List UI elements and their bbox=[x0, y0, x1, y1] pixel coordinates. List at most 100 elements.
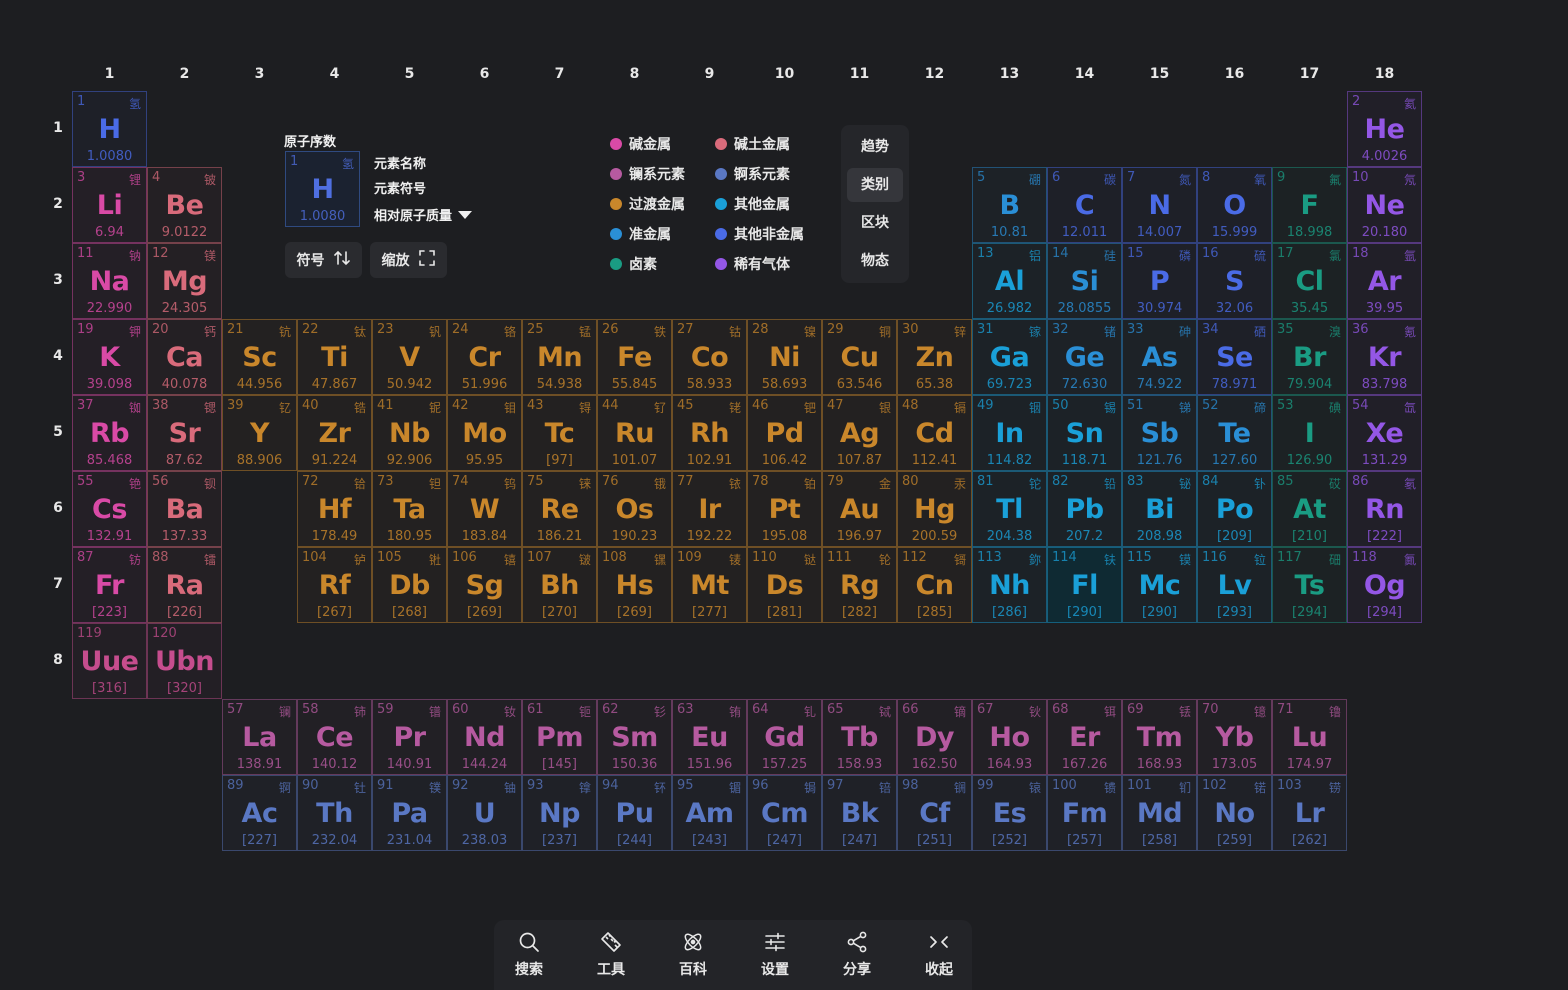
element-cell-be[interactable]: 4 铍 Be 9.0122 bbox=[147, 167, 222, 243]
element-cell-ge[interactable]: 32 锗 Ge 72.630 bbox=[1047, 319, 1122, 395]
mode-tab[interactable]: 物态 bbox=[847, 244, 903, 278]
element-cell-zr[interactable]: 40 锆 Zr 91.224 bbox=[297, 395, 372, 471]
element-cell-i[interactable]: 53 碘 I 126.90 bbox=[1272, 395, 1347, 471]
element-cell-nb[interactable]: 41 铌 Nb 92.906 bbox=[372, 395, 447, 471]
element-cell-xe[interactable]: 54 氙 Xe 131.29 bbox=[1347, 395, 1422, 471]
element-cell-ds[interactable]: 110 𫟼 Ds [281] bbox=[747, 547, 822, 623]
element-cell-au[interactable]: 79 金 Au 196.97 bbox=[822, 471, 897, 547]
element-cell-nd[interactable]: 60 钕 Nd 144.24 bbox=[447, 699, 522, 775]
element-cell-li[interactable]: 3 锂 Li 6.94 bbox=[72, 167, 147, 243]
element-cell-sm[interactable]: 62 钐 Sm 150.36 bbox=[597, 699, 672, 775]
element-cell-kr[interactable]: 36 氪 Kr 83.798 bbox=[1347, 319, 1422, 395]
mode-tab[interactable]: 区块 bbox=[847, 206, 903, 240]
element-cell-w[interactable]: 74 钨 W 183.84 bbox=[447, 471, 522, 547]
element-cell-th[interactable]: 90 钍 Th 232.04 bbox=[297, 775, 372, 851]
element-cell-si[interactable]: 14 硅 Si 28.0855 bbox=[1047, 243, 1122, 319]
element-cell-lr[interactable]: 103 铹 Lr [262] bbox=[1272, 775, 1347, 851]
element-cell-sr[interactable]: 38 锶 Sr 87.62 bbox=[147, 395, 222, 471]
legend-item[interactable]: 碱土金属 bbox=[715, 134, 790, 154]
element-cell-rh[interactable]: 45 铑 Rh 102.91 bbox=[672, 395, 747, 471]
element-cell-zn[interactable]: 30 锌 Zn 65.38 bbox=[897, 319, 972, 395]
element-cell-ag[interactable]: 47 银 Ag 107.87 bbox=[822, 395, 897, 471]
element-cell-s[interactable]: 16 硫 S 32.06 bbox=[1197, 243, 1272, 319]
legend-item[interactable]: 其他金属 bbox=[715, 194, 790, 214]
zoom-button[interactable]: 缩放 bbox=[370, 242, 447, 278]
legend-item[interactable]: 碱金属 bbox=[610, 134, 671, 154]
element-cell-f[interactable]: 9 氟 F 18.998 bbox=[1272, 167, 1347, 243]
element-cell-tb[interactable]: 65 铽 Tb 158.93 bbox=[822, 699, 897, 775]
element-cell-co[interactable]: 27 钴 Co 58.933 bbox=[672, 319, 747, 395]
mode-tab[interactable]: 趋势 bbox=[847, 130, 903, 164]
element-cell-rg[interactable]: 111 𬬭 Rg [282] bbox=[822, 547, 897, 623]
element-cell-tc[interactable]: 43 锝 Tc [97] bbox=[522, 395, 597, 471]
element-cell-eu[interactable]: 63 铕 Eu 151.96 bbox=[672, 699, 747, 775]
element-cell-pb[interactable]: 82 铅 Pb 207.2 bbox=[1047, 471, 1122, 547]
element-cell-u[interactable]: 92 铀 U 238.03 bbox=[447, 775, 522, 851]
element-cell-mc[interactable]: 115 镆 Mc [290] bbox=[1122, 547, 1197, 623]
mode-tab[interactable]: 类别 bbox=[847, 168, 903, 202]
element-cell-cf[interactable]: 98 锎 Cf [251] bbox=[897, 775, 972, 851]
element-cell-sc[interactable]: 21 钪 Sc 44.956 bbox=[222, 319, 297, 395]
element-cell-ac[interactable]: 89 锕 Ac [227] bbox=[222, 775, 297, 851]
element-cell-p[interactable]: 15 磷 P 30.974 bbox=[1122, 243, 1197, 319]
legend-item[interactable]: 其他非金属 bbox=[715, 224, 804, 244]
element-cell-po[interactable]: 84 钋 Po [209] bbox=[1197, 471, 1272, 547]
element-cell-pm[interactable]: 61 钷 Pm [145] bbox=[522, 699, 597, 775]
element-cell-lv[interactable]: 116 𫟷 Lv [293] bbox=[1197, 547, 1272, 623]
element-cell-dy[interactable]: 66 镝 Dy 162.50 bbox=[897, 699, 972, 775]
element-cell-he[interactable]: 2 氦 He 4.0026 bbox=[1347, 91, 1422, 167]
element-cell-nh[interactable]: 113 鉨 Nh [286] bbox=[972, 547, 1047, 623]
element-cell-db[interactable]: 105 𬭊 Db [268] bbox=[372, 547, 447, 623]
element-cell-no[interactable]: 102 锘 No [259] bbox=[1197, 775, 1272, 851]
toolbar-button-collapse[interactable]: 收起 bbox=[898, 920, 980, 990]
element-cell-ta[interactable]: 73 钽 Ta 180.95 bbox=[372, 471, 447, 547]
element-cell-ti[interactable]: 22 钛 Ti 47.867 bbox=[297, 319, 372, 395]
legend-item[interactable]: 准金属 bbox=[610, 224, 671, 244]
element-cell-ir[interactable]: 77 铱 Ir 192.22 bbox=[672, 471, 747, 547]
element-cell-bh[interactable]: 107 𬭛 Bh [270] bbox=[522, 547, 597, 623]
element-cell-yb[interactable]: 70 镱 Yb 173.05 bbox=[1197, 699, 1272, 775]
element-cell-se[interactable]: 34 硒 Se 78.971 bbox=[1197, 319, 1272, 395]
element-cell-sb[interactable]: 51 锑 Sb 121.76 bbox=[1122, 395, 1197, 471]
element-cell-as[interactable]: 33 砷 As 74.922 bbox=[1122, 319, 1197, 395]
element-cell-ne[interactable]: 10 氖 Ne 20.180 bbox=[1347, 167, 1422, 243]
element-cell-bk[interactable]: 97 锫 Bk [247] bbox=[822, 775, 897, 851]
element-cell-br[interactable]: 35 溴 Br 79.904 bbox=[1272, 319, 1347, 395]
legend-item[interactable]: 镧系元素 bbox=[610, 164, 685, 184]
element-cell-sg[interactable]: 106 𬭳 Sg [269] bbox=[447, 547, 522, 623]
element-cell-pu[interactable]: 94 钚 Pu [244] bbox=[597, 775, 672, 851]
element-cell-b[interactable]: 5 硼 B 10.81 bbox=[972, 167, 1047, 243]
element-cell-in[interactable]: 49 铟 In 114.82 bbox=[972, 395, 1047, 471]
element-cell-pa[interactable]: 91 镤 Pa 231.04 bbox=[372, 775, 447, 851]
toolbar-button-share[interactable]: 分享 bbox=[816, 920, 898, 990]
element-cell-og[interactable]: 118 鿫 Og [294] bbox=[1347, 547, 1422, 623]
element-cell-rb[interactable]: 37 铷 Rb 85.468 bbox=[72, 395, 147, 471]
element-cell-fe[interactable]: 26 铁 Fe 55.845 bbox=[597, 319, 672, 395]
element-cell-np[interactable]: 93 镎 Np [237] bbox=[522, 775, 597, 851]
element-cell-v[interactable]: 23 钒 V 50.942 bbox=[372, 319, 447, 395]
element-cell-uue[interactable]: 119 Uue [316] bbox=[72, 623, 147, 699]
element-cell-mt[interactable]: 109 鿏 Mt [277] bbox=[672, 547, 747, 623]
element-cell-ba[interactable]: 56 钡 Ba 137.33 bbox=[147, 471, 222, 547]
element-cell-cl[interactable]: 17 氯 Cl 35.45 bbox=[1272, 243, 1347, 319]
element-cell-pt[interactable]: 78 铂 Pt 195.08 bbox=[747, 471, 822, 547]
element-cell-y[interactable]: 39 钇 Y 88.906 bbox=[222, 395, 297, 471]
legend-item[interactable]: 锕系元素 bbox=[715, 164, 790, 184]
element-cell-ar[interactable]: 18 氩 Ar 39.95 bbox=[1347, 243, 1422, 319]
legend-item[interactable]: 过渡金属 bbox=[610, 194, 685, 214]
element-cell-es[interactable]: 99 锿 Es [252] bbox=[972, 775, 1047, 851]
element-cell-tm[interactable]: 69 铥 Tm 168.93 bbox=[1122, 699, 1197, 775]
toolbar-button-search[interactable]: 搜索 bbox=[488, 920, 570, 990]
element-cell-er[interactable]: 68 铒 Er 167.26 bbox=[1047, 699, 1122, 775]
element-cell-la[interactable]: 57 镧 La 138.91 bbox=[222, 699, 297, 775]
element-cell-ubn[interactable]: 120 Ubn [320] bbox=[147, 623, 222, 699]
element-cell-pd[interactable]: 46 钯 Pd 106.42 bbox=[747, 395, 822, 471]
element-cell-ho[interactable]: 67 钬 Ho 164.93 bbox=[972, 699, 1047, 775]
legend-item[interactable]: 稀有气体 bbox=[715, 254, 790, 274]
element-cell-am[interactable]: 95 镅 Am [243] bbox=[672, 775, 747, 851]
element-cell-fr[interactable]: 87 钫 Fr [223] bbox=[72, 547, 147, 623]
element-cell-te[interactable]: 52 碲 Te 127.60 bbox=[1197, 395, 1272, 471]
element-cell-ru[interactable]: 44 钌 Ru 101.07 bbox=[597, 395, 672, 471]
legend-item[interactable]: 卤素 bbox=[610, 254, 657, 274]
element-cell-n[interactable]: 7 氮 N 14.007 bbox=[1122, 167, 1197, 243]
